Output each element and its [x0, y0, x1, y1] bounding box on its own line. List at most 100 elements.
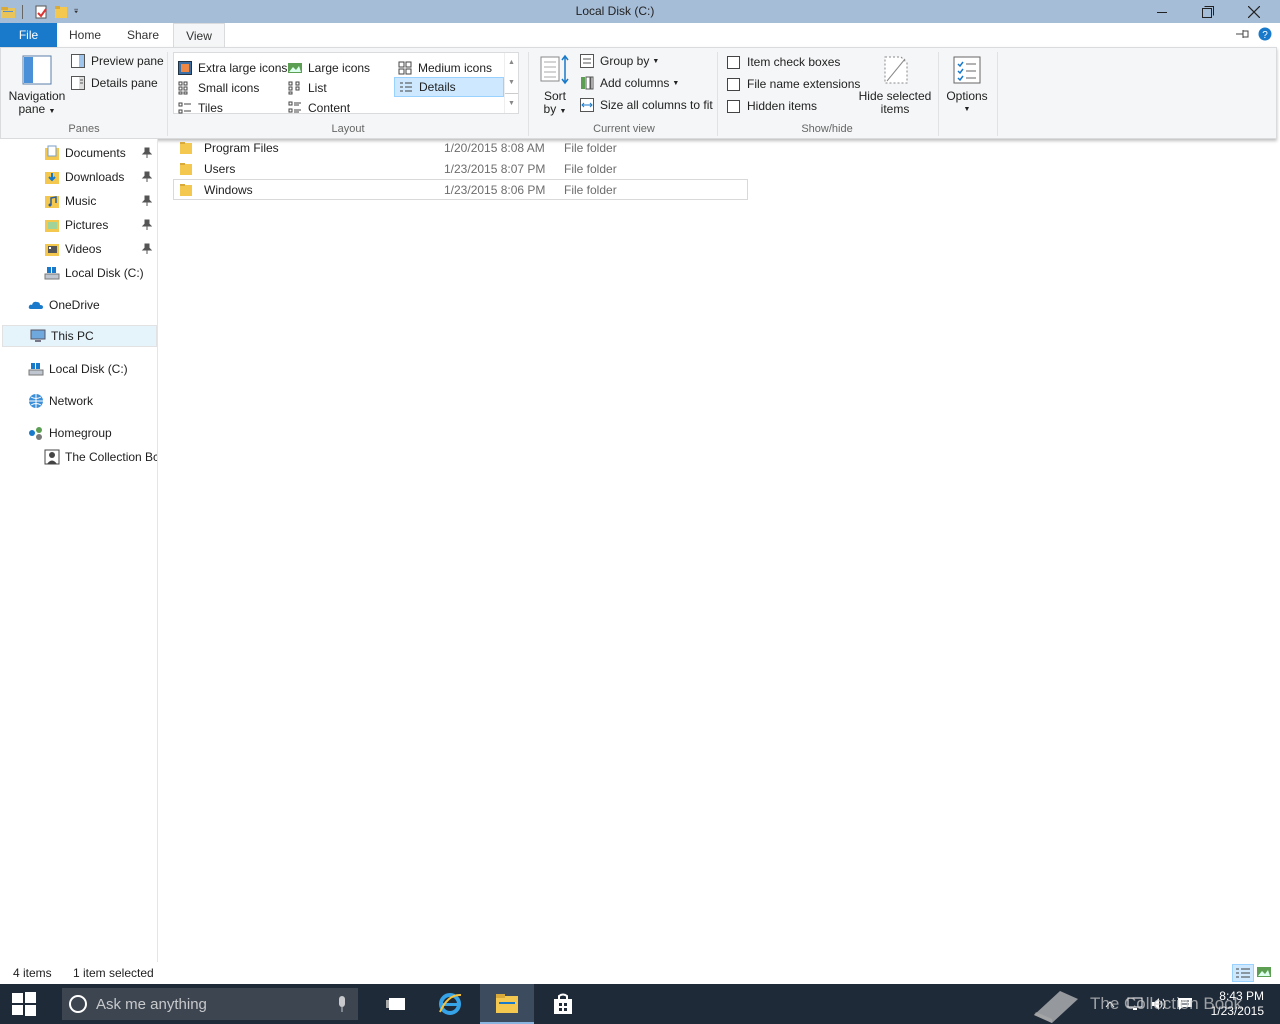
large-icons-icon: [288, 63, 302, 73]
nav-item-local-disk-quick[interactable]: Local Disk (C:): [0, 262, 157, 284]
nav-item-videos[interactable]: Videos: [0, 238, 157, 260]
details-view-button[interactable]: [1232, 964, 1254, 982]
hidden-items-checkbox[interactable]: [727, 99, 740, 113]
taskbar-clock[interactable]: 8:43 PM 1/23/2015: [1211, 989, 1264, 1019]
file-explorer-button[interactable]: [480, 984, 534, 1024]
add-columns-label: Add columns: [600, 76, 670, 90]
pin-icon[interactable]: [141, 219, 153, 231]
action-center-icon[interactable]: [1176, 996, 1194, 1012]
nav-item-local-disk[interactable]: Local Disk (C:): [0, 358, 157, 380]
large-icons-view-button[interactable]: [1255, 964, 1277, 982]
scroll-down-icon[interactable]: ▼: [505, 73, 518, 93]
layout-list[interactable]: List: [284, 79, 394, 97]
preview-pane-button[interactable]: Preview pane: [71, 54, 164, 68]
layout-small-icons[interactable]: Small icons: [174, 79, 284, 97]
file-row[interactable]: Windows 1/23/2015 8:06 PM File folder: [173, 179, 748, 200]
pin-icon[interactable]: [141, 195, 153, 207]
pin-icon[interactable]: [141, 147, 153, 159]
add-columns-icon: [581, 76, 594, 90]
layout-details[interactable]: Details: [394, 77, 504, 97]
add-columns-button[interactable]: Add columns ▼: [580, 76, 679, 90]
hidden-items-toggle[interactable]: Hidden items: [727, 99, 817, 113]
nav-item-network[interactable]: Network: [0, 390, 157, 412]
videos-icon: [45, 244, 59, 256]
details-pane-button[interactable]: Details pane: [71, 76, 158, 90]
pin-icon[interactable]: [141, 171, 153, 183]
navigation-pane-button[interactable]: Navigation pane ▼: [6, 54, 68, 118]
minimize-button[interactable]: [1139, 0, 1185, 23]
file-row[interactable]: Users 1/23/2015 8:07 PM File folder: [173, 158, 748, 179]
homegroup-icon: [29, 427, 42, 440]
close-button[interactable]: [1231, 0, 1277, 23]
nav-item-music[interactable]: Music: [0, 190, 157, 212]
volume-icon[interactable]: [1150, 996, 1168, 1012]
nav-item-label: Local Disk (C:): [65, 266, 144, 280]
restore-button[interactable]: [1185, 0, 1231, 23]
file-date: 1/20/2015 8:08 AM: [444, 140, 545, 155]
item-count: 4 items: [13, 966, 52, 980]
start-button[interactable]: [0, 984, 48, 1024]
hide-selected-items-button[interactable]: Hide selected items: [857, 54, 933, 116]
sort-by-button[interactable]: Sort by ▼: [537, 54, 573, 118]
group-by-button[interactable]: Group by ▼: [580, 54, 659, 68]
scroll-up-icon[interactable]: ▲: [505, 53, 518, 73]
file-type: File folder: [564, 140, 617, 155]
divider: [997, 52, 998, 136]
tab-view[interactable]: View: [173, 23, 225, 48]
music-icon: [45, 196, 59, 208]
tab-file[interactable]: File: [0, 23, 57, 47]
extra-large-icons-icon: [178, 61, 192, 75]
nav-item-downloads[interactable]: Downloads: [0, 166, 157, 188]
options-button[interactable]: Options ▼: [942, 54, 992, 116]
tab-share[interactable]: Share: [113, 23, 173, 47]
nav-item-homegroup-user[interactable]: The Collection Bc: [0, 446, 157, 468]
show-hidden-icons-icon[interactable]: [1104, 999, 1116, 1009]
title-bar: Local Disk (C:): [0, 0, 1280, 23]
pin-ribbon-icon[interactable]: [1234, 27, 1250, 41]
nav-item-this-pc[interactable]: This PC: [2, 325, 157, 347]
panes-group-label: Panes: [68, 123, 100, 135]
nav-item-homegroup[interactable]: Homegroup: [0, 422, 157, 444]
drive-icon: [44, 267, 60, 280]
microphone-icon[interactable]: [336, 995, 348, 1013]
layout-content[interactable]: Content: [284, 99, 394, 117]
content-icon: [288, 101, 301, 113]
pin-icon[interactable]: [141, 243, 153, 255]
medium-icons-icon: [398, 61, 412, 75]
layout-medium-icons[interactable]: Medium icons: [394, 59, 504, 77]
network-tray-icon[interactable]: [1126, 996, 1144, 1012]
selection-count: 1 item selected: [73, 966, 154, 980]
file-name-extensions-checkbox[interactable]: [727, 77, 740, 91]
nav-item-documents[interactable]: Documents: [0, 142, 157, 164]
nav-item-onedrive[interactable]: OneDrive: [0, 294, 157, 316]
tiles-icon: [178, 102, 191, 114]
layout-extra-large-icons[interactable]: Extra large icons: [174, 59, 287, 77]
tab-home[interactable]: Home: [57, 23, 113, 47]
layout-large-icons[interactable]: Large icons: [284, 59, 394, 77]
item-check-boxes-toggle[interactable]: Item check boxes: [727, 55, 840, 69]
layout-group-label: Layout: [331, 123, 365, 135]
file-date: 1/23/2015 8:07 PM: [444, 161, 546, 176]
folder-icon: [180, 183, 192, 196]
layout-gallery-scroller[interactable]: ▲ ▼ ▼: [504, 53, 518, 113]
navigation-pane-label-2: pane: [18, 102, 46, 116]
minimize-icon: [1157, 11, 1167, 13]
store-button[interactable]: [536, 984, 590, 1024]
help-icon[interactable]: ?: [1258, 27, 1272, 41]
nav-item-label: Pictures: [65, 218, 109, 232]
layout-tiles[interactable]: Tiles: [174, 99, 284, 117]
size-all-columns-button[interactable]: Size all columns to fit: [580, 98, 713, 112]
internet-explorer-button[interactable]: [423, 984, 477, 1024]
task-view-button[interactable]: [369, 984, 423, 1024]
file-date: 1/23/2015 8:06 PM: [444, 182, 546, 197]
item-check-boxes-checkbox[interactable]: [727, 55, 740, 69]
expand-gallery-icon[interactable]: ▼: [505, 93, 518, 113]
file-name-extensions-toggle[interactable]: File name extensions: [727, 77, 860, 91]
dropdown-arrow-icon: ▼: [48, 108, 56, 115]
nav-item-label: Downloads: [65, 170, 125, 184]
taskbar: Ask me anything 8:43 PM 1/23/2015: [0, 984, 1280, 1024]
file-row[interactable]: Program Files 1/20/2015 8:08 AM File fol…: [173, 137, 748, 158]
cortana-search-box[interactable]: Ask me anything: [62, 988, 358, 1020]
nav-item-pictures[interactable]: Pictures: [0, 214, 157, 236]
nav-item-label: Network: [49, 394, 94, 408]
